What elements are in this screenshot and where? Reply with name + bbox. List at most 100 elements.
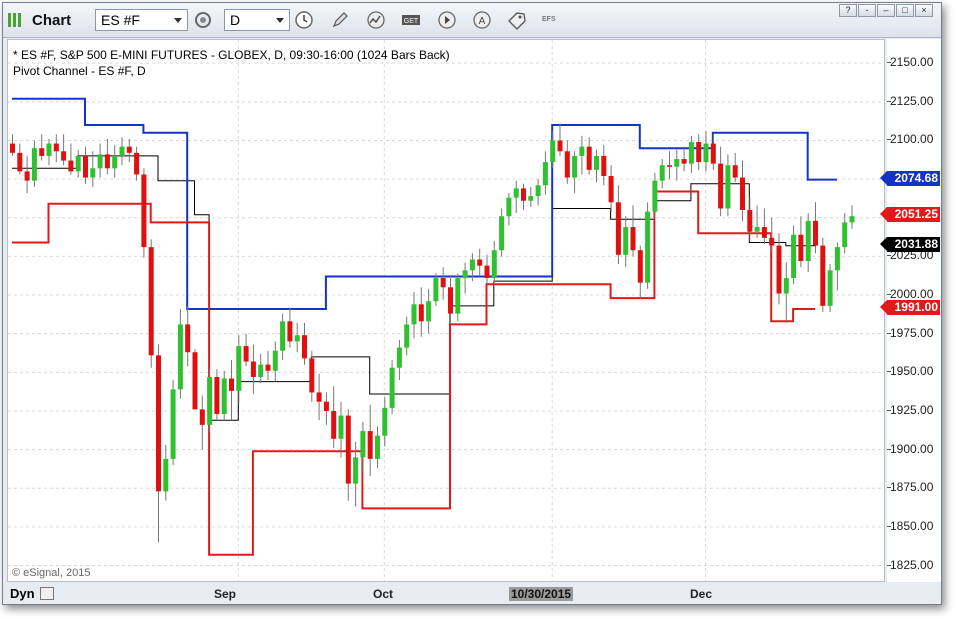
candle-body <box>761 227 767 238</box>
candle-body <box>732 165 738 178</box>
help-button[interactable]: ? <box>839 4 857 17</box>
pencil-draw-icon[interactable] <box>328 9 352 31</box>
chart-window: Chart ES #F D GET A EFS ? - – □ × * ES #… <box>2 2 942 605</box>
candle-body <box>83 155 88 178</box>
alert-icon[interactable]: A <box>470 9 494 31</box>
candle-body <box>375 435 380 459</box>
close-button[interactable]: × <box>915 4 933 17</box>
candle-body <box>513 188 519 198</box>
get-data-icon[interactable]: GET <box>399 9 423 31</box>
candle-body <box>10 143 15 153</box>
y-tick-label: 1875.00 <box>890 480 934 495</box>
candle-body <box>791 234 797 279</box>
candle-body <box>404 324 410 348</box>
candle-body <box>820 245 826 306</box>
candle-body <box>119 146 125 156</box>
candle-body <box>90 168 96 178</box>
time-axis[interactable]: Dyn Sep Oct 10/30/2015 Dec <box>7 584 941 604</box>
candle-body <box>68 160 74 172</box>
candle-body <box>535 185 541 197</box>
candle-body <box>572 155 578 178</box>
clock-icon[interactable] <box>292 9 316 31</box>
chart-info-line: * ES #F, S&P 500 E-MINI FUTURES - GLOBEX… <box>13 48 450 62</box>
window-title: Chart <box>32 12 72 29</box>
candle-body <box>805 220 811 262</box>
candle-body <box>528 196 534 201</box>
chart-plot-area[interactable]: * ES #F, S&P 500 E-MINI FUTURES - GLOBEX… <box>7 39 885 582</box>
candle-body <box>331 410 337 439</box>
candle-body <box>615 202 621 255</box>
candle-body <box>448 287 453 314</box>
y-tick-label: 1975.00 <box>890 325 934 340</box>
lock-icon[interactable] <box>40 587 54 600</box>
candle-body <box>141 174 147 248</box>
candle-body <box>229 378 234 391</box>
candle-body <box>783 278 789 294</box>
candle-body <box>294 335 300 342</box>
tag-icon[interactable] <box>505 9 529 31</box>
symbol-value: ES #F <box>101 12 140 28</box>
collapse-button[interactable]: - <box>858 4 876 17</box>
candle-body <box>674 159 680 167</box>
candle-body <box>192 352 198 410</box>
pivot-lower-line <box>12 190 815 556</box>
candle-body <box>126 146 132 153</box>
price-marker-badge: 2051.25 <box>880 207 940 223</box>
candle-body <box>53 143 59 152</box>
candle-body <box>382 407 388 436</box>
candle-body <box>104 154 110 169</box>
candle-body <box>316 392 322 402</box>
y-tick-label: 2100.00 <box>890 132 934 147</box>
x-cursor-date-label: 10/30/2015 <box>509 587 574 601</box>
y-tick-label: 1950.00 <box>890 364 934 379</box>
candle-body <box>112 155 118 169</box>
study-icon[interactable] <box>364 9 388 31</box>
play-icon[interactable] <box>435 9 459 31</box>
candle-body <box>601 155 607 177</box>
candle-body <box>484 265 490 279</box>
y-tick-label: 1825.00 <box>890 557 934 572</box>
y-tick-label: 2125.00 <box>890 93 934 108</box>
candle-body <box>97 154 103 169</box>
candle-body <box>608 176 614 203</box>
candle-body <box>39 148 45 156</box>
candle-body <box>667 165 672 167</box>
candle-body <box>550 140 556 163</box>
candle-body <box>594 155 599 170</box>
window-grip-icon[interactable] <box>8 13 21 27</box>
y-tick-label: 2150.00 <box>890 55 934 70</box>
x-tick-label: Dec <box>690 587 713 601</box>
price-marker-badge: 2031.88 <box>880 237 940 253</box>
x-tick-label: Sep <box>214 587 237 601</box>
candle-body <box>542 162 548 186</box>
price-axis[interactable]: 2150.002125.002100.002075.002050.002025.… <box>880 39 941 582</box>
candle-body <box>776 245 782 294</box>
candle-body <box>250 361 256 377</box>
candle-body <box>24 171 30 181</box>
candle-body <box>521 188 526 201</box>
candle-body <box>163 458 169 492</box>
minimize-button[interactable]: – <box>877 4 895 17</box>
candle-body <box>491 250 497 279</box>
symbol-combo[interactable]: ES #F <box>95 9 188 31</box>
candle-body <box>338 415 344 439</box>
candle-body <box>827 270 833 306</box>
candle-body <box>75 155 81 172</box>
candle-body <box>433 278 439 302</box>
symbol-settings-icon[interactable] <box>191 9 215 31</box>
candle-body <box>345 415 351 484</box>
candle-body <box>156 355 161 492</box>
interval-combo[interactable]: D <box>224 9 290 31</box>
study-info-line: Pivot Channel - ES #F, D <box>13 64 146 78</box>
candle-body <box>61 151 67 161</box>
candle-body <box>287 321 293 342</box>
efs-button[interactable]: EFS <box>542 16 556 23</box>
dyn-label[interactable]: Dyn <box>10 586 35 601</box>
maximize-button[interactable]: □ <box>896 4 914 17</box>
candle-body <box>396 347 402 368</box>
price-chart-svg[interactable] <box>8 40 884 581</box>
candle-body <box>681 159 687 164</box>
candle-body <box>586 146 592 170</box>
candle-body <box>185 324 191 353</box>
candle-body <box>199 409 205 425</box>
